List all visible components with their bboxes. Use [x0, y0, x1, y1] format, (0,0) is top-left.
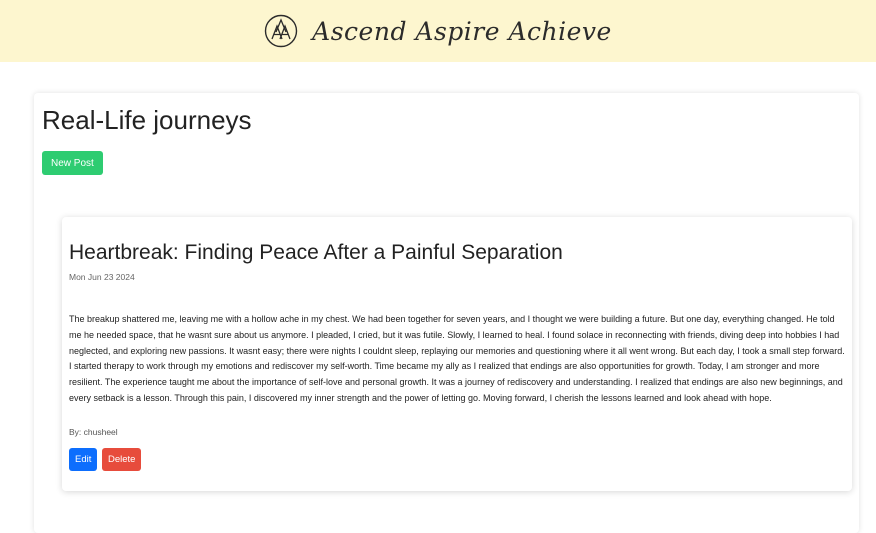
post-title: Heartbreak: Finding Peace After a Painfu… [69, 241, 563, 264]
brand[interactable]: Ascend Aspire Achieve [264, 14, 612, 48]
site-header: Ascend Aspire Achieve [0, 0, 876, 62]
delete-button[interactable]: Delete [102, 448, 142, 471]
brand-name: Ascend Aspire Achieve [312, 16, 612, 46]
new-post-button[interactable]: New Post [42, 151, 103, 175]
post-author: By: chusheel [69, 427, 118, 437]
page-title: Real-Life journeys [42, 105, 252, 135]
post-card: Heartbreak: Finding Peace After a Painfu… [62, 217, 852, 491]
post-date: Mon Jun 23 2024 [69, 272, 135, 282]
edit-button[interactable]: Edit [69, 448, 98, 471]
triple-a-logo-icon [264, 14, 298, 48]
post-body: The breakup shattered me, leaving me wit… [69, 314, 845, 403]
